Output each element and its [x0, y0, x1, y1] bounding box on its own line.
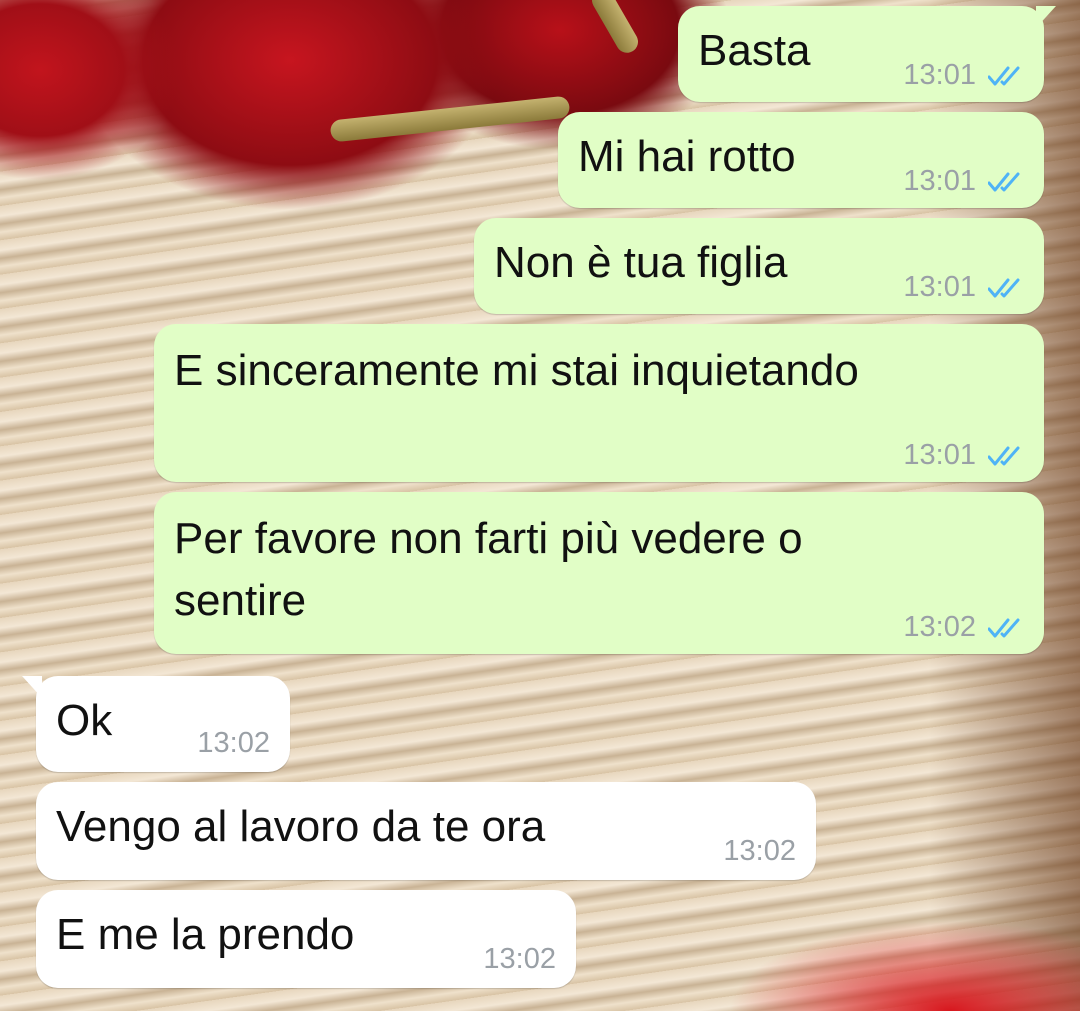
message-meta: 13:01: [903, 165, 1024, 198]
message-time: 13:01: [903, 165, 976, 197]
outgoing-message-bubble[interactable]: Mi hai rotto 13:01: [558, 112, 1044, 208]
message-text: E sinceramente mi stai inquietando: [174, 346, 859, 395]
double-check-icon: [988, 618, 1020, 637]
message-meta: 13:01: [903, 59, 1024, 92]
message-text: Non è tua figlia: [494, 238, 788, 287]
incoming-message-bubble[interactable]: Vengo al lavoro da te ora 13:02: [36, 782, 816, 880]
incoming-message-bubble[interactable]: E me la prendo 13:02: [36, 890, 576, 988]
message-meta: 13:02: [903, 611, 1024, 644]
double-check-icon: [988, 66, 1020, 85]
message-time: 13:02: [483, 943, 556, 975]
double-check-icon: [988, 278, 1020, 297]
message-text: E me la prendo: [56, 910, 355, 959]
bubble-tail: [22, 676, 42, 698]
message-time: 13:02: [903, 611, 976, 643]
message-meta: 13:02: [483, 943, 556, 976]
incoming-message-bubble[interactable]: Ok 13:02: [22, 676, 290, 772]
message-time: 13:01: [903, 439, 976, 471]
outgoing-message-bubble[interactable]: Non è tua figlia 13:01: [474, 218, 1044, 314]
double-check-icon: [988, 446, 1020, 465]
outgoing-message-bubble[interactable]: Per favore non farti più vedere o sentir…: [154, 492, 1044, 654]
message-text: Ok: [56, 696, 113, 745]
message-text-line: Per favore non farti più vedere o: [174, 514, 803, 563]
double-check-icon: [988, 172, 1020, 191]
message-text: Vengo al lavoro da te ora: [56, 802, 546, 851]
bubble-tail: [1036, 6, 1056, 28]
outgoing-message-bubble[interactable]: Basta 13:01: [678, 6, 1056, 102]
message-time: 13:02: [197, 727, 270, 759]
message-meta: 13:01: [903, 439, 1024, 472]
message-meta: 13:02: [197, 727, 270, 760]
message-text: Mi hai rotto: [578, 132, 796, 181]
message-meta: 13:02: [723, 835, 796, 868]
outgoing-message-bubble[interactable]: E sinceramente mi stai inquietando 13:01: [154, 324, 1044, 482]
message-time: 13:02: [723, 835, 796, 867]
message-time: 13:01: [903, 59, 976, 91]
message-text-line: sentire: [174, 576, 307, 625]
message-meta: 13:01: [903, 271, 1024, 304]
message-text: Basta: [698, 26, 811, 75]
message-time: 13:01: [903, 271, 976, 303]
